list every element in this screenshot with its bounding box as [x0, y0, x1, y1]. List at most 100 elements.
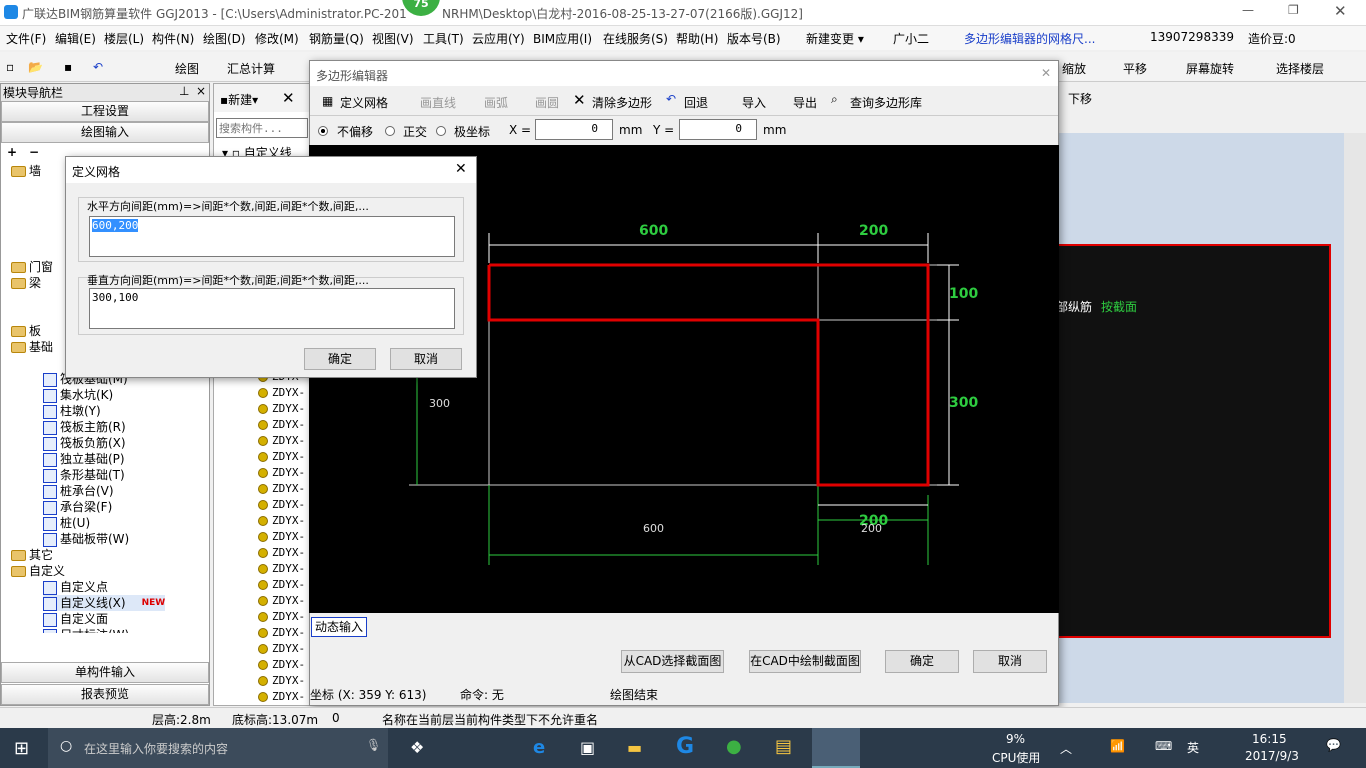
cad-draw-button[interactable]: 在CAD中绘制截面图 — [749, 650, 861, 673]
menu-bim[interactable]: BIM应用(I) — [533, 30, 592, 47]
draw-arc-button[interactable]: 画弧 — [484, 94, 508, 111]
list-item[interactable]: ZDYX- — [213, 594, 305, 610]
undo-icon[interactable]: ↶ — [93, 60, 103, 74]
save-icon[interactable]: ▪ — [64, 60, 72, 74]
tree-item[interactable]: 筏板主筋(R) — [43, 419, 126, 435]
import-button[interactable]: 导入 — [742, 94, 766, 111]
new-component-button[interactable]: ▪新建▾ — [220, 91, 258, 108]
tree-folder[interactable]: 自定义 — [11, 563, 65, 579]
menu-online[interactable]: 在线服务(S) — [603, 30, 668, 47]
tree-item[interactable]: 筏板负筋(X) — [43, 435, 126, 451]
app-store-icon[interactable]: ▣ — [580, 738, 595, 757]
grid-cancel-button[interactable]: 取消 — [390, 348, 462, 370]
app-ie-icon[interactable]: e — [533, 737, 545, 758]
menu-component[interactable]: 构件(N) — [152, 30, 194, 47]
no-offset-radio[interactable] — [318, 126, 328, 136]
poly-close-icon[interactable]: ✕ — [1041, 66, 1051, 80]
menu-view[interactable]: 视图(V) — [372, 30, 414, 47]
tree-item[interactable]: 桩(U) — [43, 515, 90, 531]
expand-all-icon[interactable]: + — [7, 145, 17, 159]
menu-file[interactable]: 文件(F) — [6, 30, 46, 47]
tree-item[interactable]: 自定义面 — [43, 611, 108, 627]
menu-assistant[interactable]: 广小二 — [893, 30, 929, 47]
keyboard-icon[interactable]: ⌨ — [1155, 739, 1172, 753]
menu-help[interactable]: 帮助(H) — [676, 30, 718, 47]
list-item[interactable]: ZDYX- — [213, 482, 305, 498]
dynamic-input-tab[interactable]: 动态输入 — [311, 617, 367, 637]
app-active-ggj-icon[interactable] — [812, 728, 860, 768]
list-item[interactable]: ZDYX- — [213, 530, 305, 546]
list-item[interactable]: ZDYX- — [213, 674, 305, 690]
tree-item[interactable]: 尺寸标注(W) — [43, 627, 129, 633]
list-item[interactable]: ZDYX- — [213, 402, 305, 418]
zoom-button[interactable]: 缩放 — [1062, 60, 1086, 77]
menu-modify[interactable]: 修改(M) — [255, 30, 299, 47]
taskbar-search[interactable]: ○ 在这里输入你要搜索的内容 🎙 — [48, 728, 388, 768]
tree-item[interactable]: 基础板带(W) — [43, 531, 129, 547]
tree-folder[interactable]: 其它 — [11, 547, 53, 563]
new-file-icon[interactable]: ▫ — [6, 60, 14, 74]
menu-rebar[interactable]: 钢筋量(Q) — [309, 30, 364, 47]
cad-select-button[interactable]: 从CAD选择截面图 — [621, 650, 724, 673]
task-view-icon[interactable]: ❖ — [410, 738, 424, 757]
app-green-icon[interactable]: ● — [726, 736, 742, 757]
menu-cloud[interactable]: 云应用(Y) — [472, 30, 525, 47]
draw-button[interactable]: 绘图 — [175, 60, 199, 77]
tab-single-input[interactable]: 单构件输入 — [1, 662, 209, 683]
tree-folder[interactable]: 门窗 — [11, 259, 53, 275]
tree-item[interactable]: 条形基础(T) — [43, 467, 125, 483]
list-item[interactable]: ZDYX- — [213, 386, 305, 402]
tree-folder[interactable]: 墙 — [11, 163, 41, 179]
menu-floor[interactable]: 楼层(L) — [104, 30, 144, 47]
app-explorer-icon[interactable]: ▬ — [627, 738, 642, 757]
pin-icon[interactable]: ⊥ — [179, 84, 189, 98]
open-icon[interactable]: 📂 — [28, 60, 43, 74]
select-floor-button[interactable]: 选择楼层 — [1276, 60, 1324, 77]
notification-icon[interactable]: 💬 — [1326, 738, 1341, 752]
poly-ok-button[interactable]: 确定 — [885, 650, 959, 673]
list-item[interactable]: ZDYX- — [213, 450, 305, 466]
horizontal-spacing-input[interactable]: 600,200 — [89, 216, 455, 257]
undo-back-button[interactable]: 回退 — [684, 94, 708, 111]
list-item[interactable]: ZDYX- — [213, 466, 305, 482]
restore-button[interactable]: ❐ — [1288, 3, 1308, 17]
menu-draw[interactable]: 绘图(D) — [203, 30, 246, 47]
draw-line-button[interactable]: 画直线 — [420, 94, 456, 111]
tab-project-settings[interactable]: 工程设置 — [1, 101, 209, 122]
app-glodon-icon[interactable]: G — [676, 734, 694, 759]
chevron-up-icon[interactable]: ︿ — [1060, 740, 1072, 757]
by-section-link[interactable]: 按截面 — [1101, 298, 1137, 315]
rotate-button[interactable]: 屏幕旋转 — [1186, 60, 1234, 77]
list-item[interactable]: ZDYX- — [213, 546, 305, 562]
tab-report-preview[interactable]: 报表预览 — [1, 684, 209, 705]
grid-dialog-close-icon[interactable]: ✕ — [455, 161, 467, 177]
tree-item[interactable]: 桩承台(V) — [43, 483, 114, 499]
menu-new-change[interactable]: 新建变更 ▾ — [806, 30, 864, 47]
pan-button[interactable]: 平移 — [1123, 60, 1147, 77]
x-input[interactable]: 0 — [535, 119, 613, 140]
list-item[interactable]: ZDYX- — [213, 514, 305, 530]
tree-item[interactable]: 自定义点 — [43, 579, 108, 595]
ortho-radio[interactable] — [385, 126, 395, 136]
tree-folder[interactable]: 基础 — [11, 339, 53, 355]
tree-item[interactable]: 集水坑(K) — [43, 387, 113, 403]
tree-item[interactable]: 柱墩(Y) — [43, 403, 101, 419]
user-phone[interactable]: 13907298339 — [1150, 30, 1234, 44]
draw-circle-button[interactable]: 画圆 — [535, 94, 559, 111]
list-item[interactable]: ZDYX- — [213, 626, 305, 642]
menu-edit[interactable]: 编辑(E) — [55, 30, 96, 47]
polar-radio[interactable] — [436, 126, 446, 136]
list-item[interactable]: ZDYX- — [213, 562, 305, 578]
menu-version[interactable]: 版本号(B) — [727, 30, 781, 47]
tree-folder[interactable]: 梁 — [11, 275, 41, 291]
tree-folder[interactable]: 板 — [11, 323, 41, 339]
minimize-button[interactable]: — — [1242, 3, 1262, 17]
scrollbar-vertical[interactable] — [1344, 133, 1366, 703]
y-input[interactable]: 0 — [679, 119, 757, 140]
list-item[interactable]: ZDYX- — [213, 498, 305, 514]
mic-icon[interactable]: 🎙 — [366, 738, 381, 752]
delete-icon[interactable]: ✕ — [282, 89, 295, 107]
start-icon[interactable]: ⊞ — [14, 738, 29, 759]
list-item[interactable]: ZDYX- — [213, 658, 305, 674]
nav-close-icon[interactable]: × — [196, 84, 206, 98]
